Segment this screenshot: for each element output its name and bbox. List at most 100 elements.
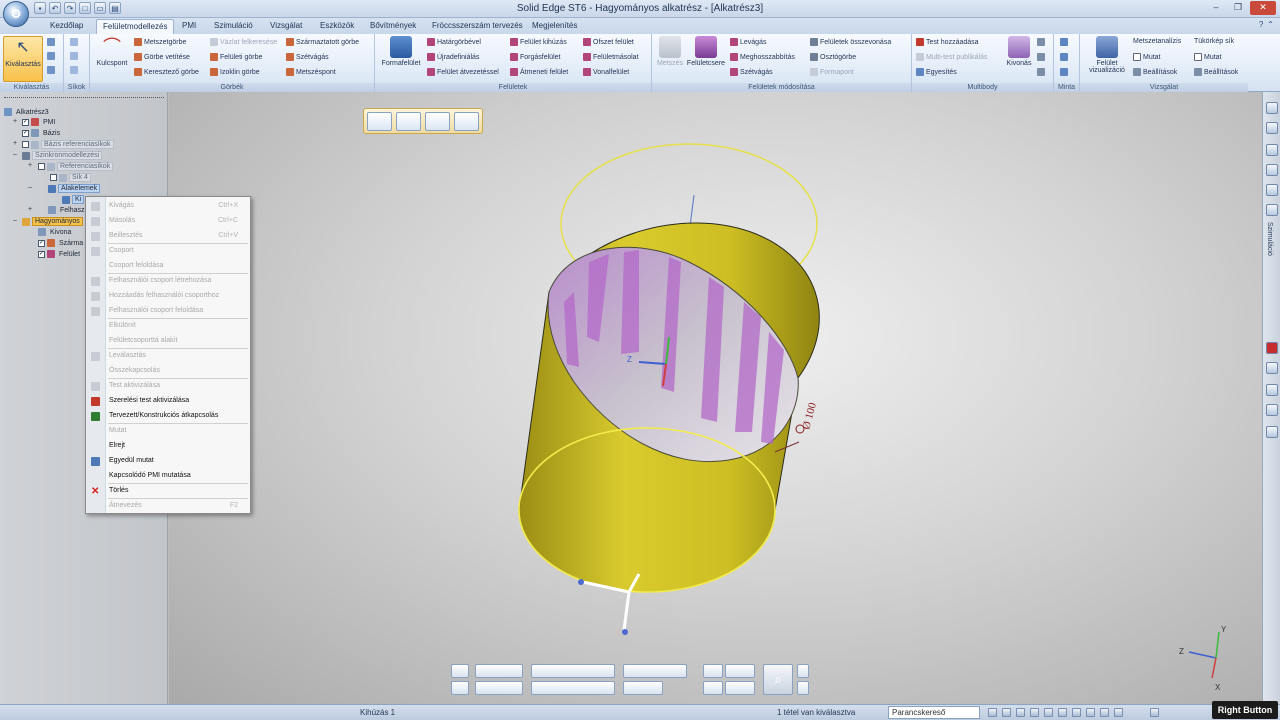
pattern-tool-1[interactable] — [1060, 38, 1070, 46]
checkbox-icon[interactable] — [22, 141, 29, 148]
fit-tools[interactable] — [475, 681, 523, 695]
menu-item[interactable]: Elkülönít — [86, 319, 250, 333]
plane-tool-3[interactable] — [70, 66, 80, 74]
ruled-surface-button[interactable]: Vonalfelület — [583, 68, 629, 76]
multibody-small-2[interactable] — [1037, 53, 1047, 61]
view-icon-4[interactable] — [1044, 708, 1053, 717]
tab-kezdolap[interactable]: Kezdőlap — [44, 19, 89, 34]
tree-bazis-ref[interactable]: Bázis referenciasíkok — [22, 140, 114, 149]
tree-sik4[interactable]: Sík 4 — [50, 173, 91, 182]
intersection-point-button[interactable]: Metszéspont — [286, 68, 336, 76]
youtube-icon[interactable] — [1266, 342, 1278, 354]
shading-styles[interactable] — [623, 681, 663, 695]
tree-referenciasikok[interactable]: Referenciasíkok — [38, 162, 114, 171]
revolved-surface-button[interactable]: Forgásfelület — [510, 53, 560, 61]
view-icon-3[interactable] — [1030, 708, 1039, 717]
steering-wheel-z[interactable] — [622, 591, 631, 631]
menu-item[interactable]: Csoport — [86, 244, 250, 258]
properties-icon[interactable] — [1266, 164, 1278, 176]
tab-pmi[interactable]: PMI — [176, 19, 202, 34]
minimize-ribbon-icon[interactable]: ⌃ — [1267, 20, 1274, 29]
tab-bovitmenyek[interactable]: Bővítmények — [364, 19, 422, 34]
tree-bazis[interactable]: ✓ Bázis — [22, 129, 62, 137]
tree-kihuzas[interactable]: Ki — [62, 195, 85, 204]
expand-icon[interactable]: + — [13, 140, 17, 147]
social-icon-2[interactable] — [1266, 404, 1278, 416]
tree-felulet[interactable]: ✓ Felület — [38, 250, 82, 258]
show-mirror-check[interactable]: Mutat — [1194, 53, 1222, 61]
tab-szimulacio[interactable]: Szimuláció — [208, 19, 259, 34]
bounded-surface-button[interactable]: Határgörbével — [427, 38, 481, 46]
menu-item[interactable]: Test aktivizálása — [86, 379, 250, 393]
view-orientation[interactable] — [531, 681, 615, 695]
view-icon-9[interactable] — [1114, 708, 1123, 717]
checkbox-icon[interactable]: ✓ — [38, 239, 45, 247]
contour-curve-button[interactable]: Vázlat felkeresése — [210, 38, 277, 46]
section-analysis-button[interactable]: Metszetanalízis — [1133, 38, 1181, 45]
menu-item[interactable]: Beillesztés Ctrl+V — [86, 229, 250, 243]
tab-froccsszerszam[interactable]: Fröccsszerszám tervezés — [426, 19, 529, 34]
menu-item[interactable]: Egyedül mutat — [86, 454, 250, 468]
command-finder-input[interactable]: Parancskereső — [888, 706, 980, 719]
show-section-check[interactable]: Mutat — [1133, 53, 1161, 61]
checkbox-icon[interactable]: ✓ — [22, 129, 29, 137]
view-icon-7[interactable] — [1086, 708, 1095, 717]
collapse-icon[interactable]: – — [28, 184, 32, 191]
offset-surface-button[interactable]: Ofszet felület — [583, 38, 634, 46]
publish-multibody-button[interactable]: Multi-test publikálás — [916, 53, 987, 61]
zoom-slider-icon[interactable] — [1150, 708, 1159, 717]
frame-toggle[interactable] — [797, 681, 809, 695]
help-icon[interactable]: ? — [1259, 20, 1263, 29]
help-dock-icon[interactable] — [1266, 102, 1278, 114]
intersection-curve-button[interactable]: Metszetgörbe — [134, 38, 186, 46]
blend-surface-button[interactable]: Átmeneti felület — [510, 68, 568, 76]
redefine-button[interactable]: Újradefiniálás — [427, 53, 479, 61]
menu-item[interactable]: Felhasználói csoport létrehozása — [86, 274, 250, 288]
menu-item[interactable]: Összekapcsolás — [86, 364, 250, 378]
view-icon-2[interactable] — [1016, 708, 1025, 717]
view-options[interactable] — [725, 664, 755, 678]
menu-item[interactable]: ✕ Törlés — [86, 484, 250, 498]
subtract-button[interactable]: Kivonás — [1004, 36, 1034, 67]
tree-szarmaz[interactable]: ✓ Szárma — [38, 239, 85, 247]
menu-item[interactable]: Csoport feloldása — [86, 259, 250, 273]
view-icon-8[interactable] — [1100, 708, 1109, 717]
steering-wheel-knob[interactable] — [578, 579, 584, 585]
checkbox-icon[interactable]: ✓ — [22, 118, 29, 126]
trim-button[interactable]: Levágás — [730, 38, 766, 46]
menu-item[interactable]: Leválasztás — [86, 349, 250, 363]
social-icon-3[interactable] — [1266, 426, 1278, 438]
tab-eszkozok[interactable]: Eszközök — [314, 19, 360, 34]
expand-icon[interactable]: + — [28, 206, 32, 213]
view-icon-6[interactable] — [1072, 708, 1081, 717]
select-small-3[interactable] — [47, 66, 57, 74]
diameter-dimension[interactable]: Ø 100 — [800, 401, 819, 431]
tree-pmi[interactable]: ✓ PMI — [22, 118, 57, 126]
steering-wheel-knob[interactable] — [622, 629, 628, 635]
menu-item[interactable]: Hozzáadás felhasználói csoporthoz — [86, 289, 250, 303]
section-settings-button[interactable]: Beállítások — [1133, 68, 1177, 76]
swept-surface-button[interactable]: Felület átvezetéssel — [427, 68, 499, 76]
derived-curve-button[interactable]: Származtatott görbe — [286, 38, 359, 46]
selection-icon[interactable] — [1266, 204, 1278, 216]
social-icon-1[interactable] — [1266, 384, 1278, 396]
graphics-window[interactable]: Z Ø 100 Z Y X ⌕ — [169, 92, 1262, 704]
collapse-icon[interactable]: – — [13, 217, 17, 224]
menu-item[interactable]: Felületcsoporttá alakít — [86, 334, 250, 348]
replace-face-button[interactable]: Felületcsere — [686, 36, 726, 67]
tab-feluletmodellezes[interactable]: Felületmodellezés — [96, 19, 175, 34]
grid-toggle[interactable] — [797, 664, 809, 678]
bluesurf-button[interactable]: Formafelület — [377, 36, 425, 67]
named-views[interactable] — [531, 664, 615, 678]
zoom-area-button[interactable]: ⌕ — [763, 664, 793, 695]
search-icon[interactable] — [988, 708, 997, 717]
library-icon[interactable] — [1266, 144, 1278, 156]
expand-icon[interactable]: + — [28, 162, 32, 169]
menu-item[interactable]: Mutat — [86, 424, 250, 438]
isocline-curve-button[interactable]: Izoklin görbe — [210, 68, 260, 76]
keypoint-curve-button[interactable]: ⌒ Kulcspont — [92, 36, 132, 67]
copy-surface-button[interactable]: Felületmásolat — [583, 53, 639, 61]
menu-item[interactable]: Tervezett/Konstrukciós átkapcsolás — [86, 409, 250, 423]
menu-item[interactable]: Felhasználói csoport feloldása — [86, 304, 250, 318]
menu-item[interactable]: Másolás Ctrl+C — [86, 214, 250, 228]
